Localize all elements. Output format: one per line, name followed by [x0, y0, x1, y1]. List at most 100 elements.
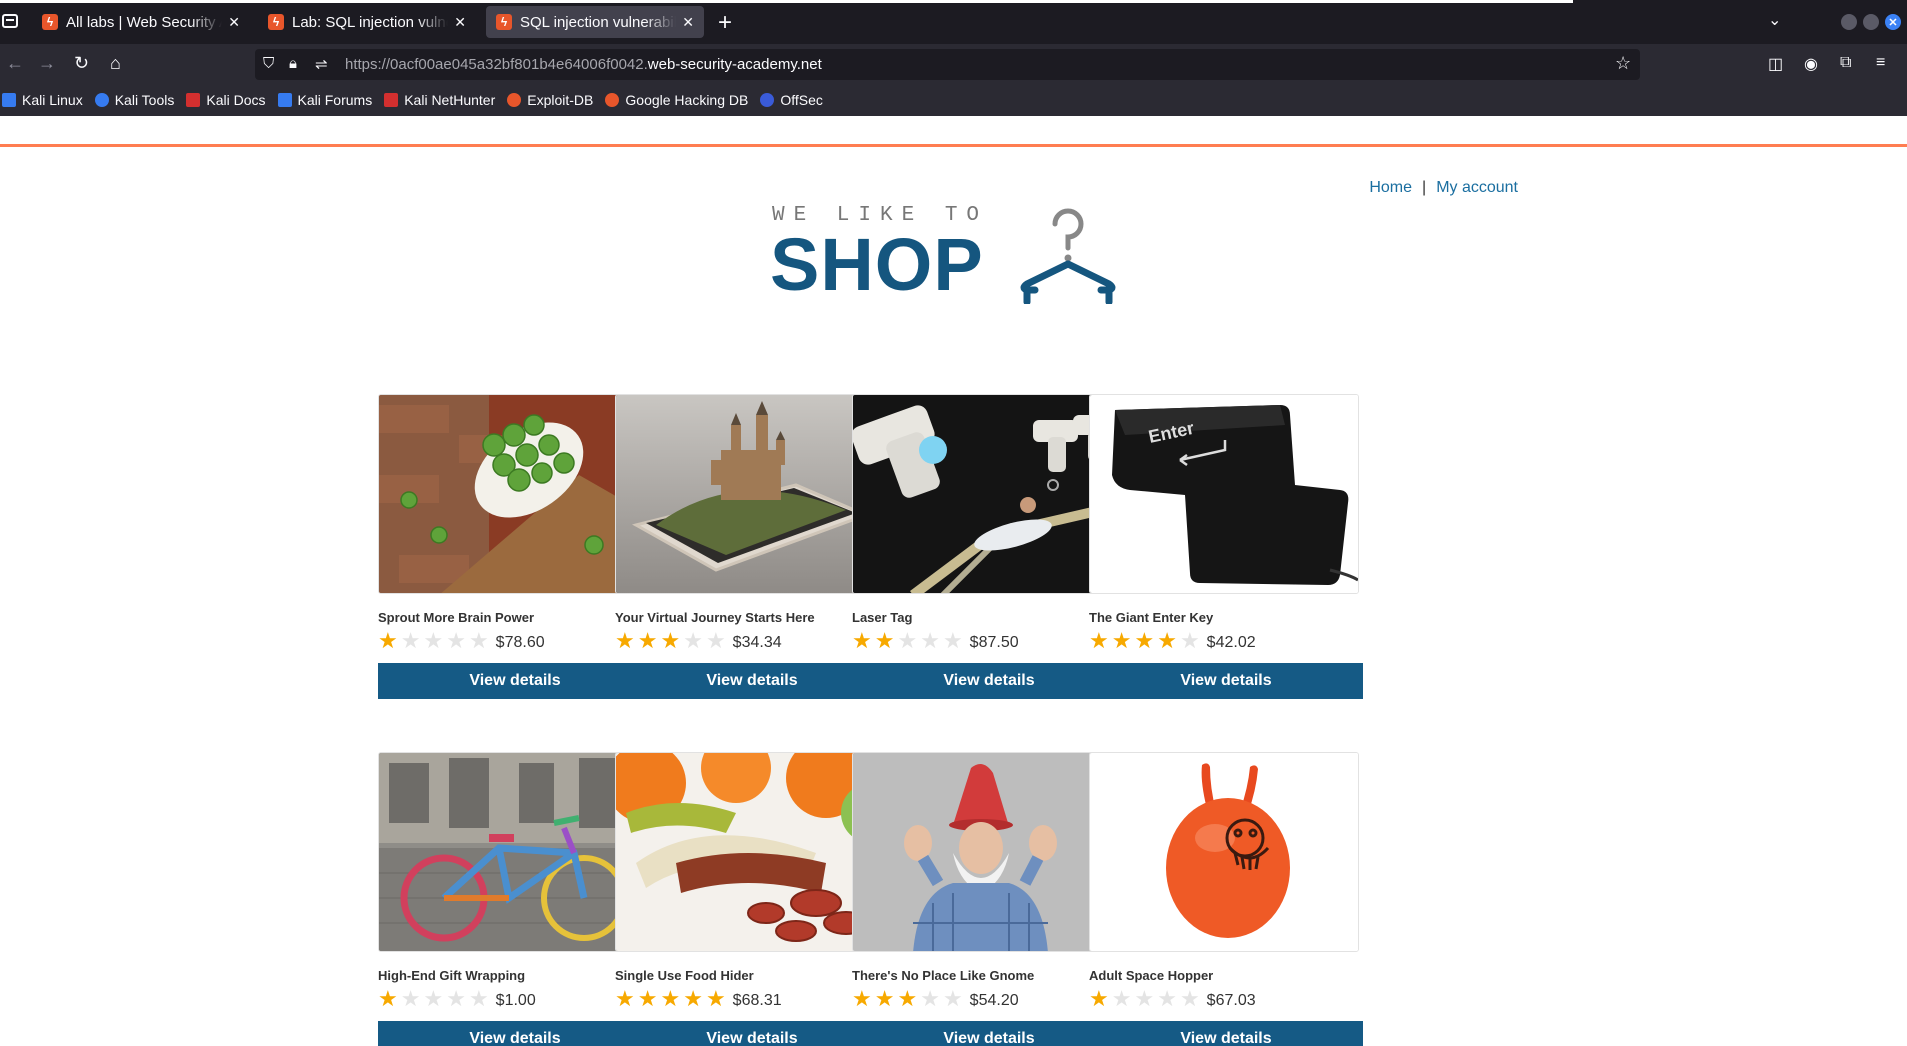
star-icon: ★ — [378, 986, 398, 1011]
nethunter-icon — [384, 93, 399, 107]
view-details-button[interactable]: View details — [852, 663, 1126, 699]
hanger-icon — [1020, 208, 1116, 304]
star-icon: ★ — [615, 628, 635, 653]
bookmarks-toolbar: Kali Linux Kali Tools Kali Docs Kali For… — [0, 84, 1907, 116]
star-icon: ★ — [897, 986, 918, 1011]
product-rating: ★ ★ ★ ★ ★ $67.03 — [1089, 987, 1363, 1011]
star-icon: ★ — [1134, 628, 1155, 653]
tab-bar: ϟ All labs | Web Security Academy ✕ ϟ La… — [0, 0, 1907, 44]
star-icon: ★ — [1157, 986, 1177, 1011]
star-icon: ★ — [423, 628, 444, 653]
close-tab-icon[interactable]: ✕ — [454, 14, 466, 31]
logo-wordmark: SHOP — [770, 223, 984, 306]
bookmark-label: Google Hacking DB — [625, 92, 749, 108]
permissions-icon[interactable]: ⇌ — [315, 55, 328, 73]
star-icon: ★ — [423, 986, 444, 1011]
extensions-icon[interactable]: ⧉ — [1840, 54, 1851, 72]
bookmark-kali-tools[interactable]: Kali Tools — [94, 92, 174, 108]
star-icon: ★ — [942, 628, 963, 653]
site-nav: Home | My account — [1369, 179, 1518, 197]
tracking-shield-icon[interactable]: ⛉ — [263, 55, 274, 72]
product-card: Your Virtual Journey Starts Here ★ ★ ★ ★ ★ $3… — [615, 394, 889, 699]
star-icon: ★ — [874, 628, 895, 653]
product-title: Sprout More Brain Power — [378, 610, 535, 625]
product-rating: ★ ★ ★ ★ ★ $68.31 — [615, 987, 889, 1011]
view-details-button[interactable]: View details — [378, 663, 652, 699]
product-price: $1.00 — [495, 992, 536, 1009]
close-tab-icon[interactable]: ✕ — [682, 14, 694, 31]
kali-tools-icon — [94, 93, 109, 107]
reload-icon[interactable]: ↻ — [74, 53, 89, 73]
chevron-down-icon[interactable]: ⌄ — [1768, 10, 1781, 30]
product-title: High-End Gift Wrapping — [378, 968, 526, 983]
product-image-gnome-man[interactable] — [852, 752, 1122, 952]
tab-title: SQL injection vulnerability — [520, 13, 677, 31]
kali-forums-icon — [277, 93, 292, 107]
product-title: Adult Space Hopper — [1089, 968, 1214, 983]
product-image-banana-sausage[interactable] — [615, 752, 885, 952]
bookmark-star-icon[interactable]: ☆ — [1615, 53, 1631, 74]
product-card: Enter The Giant Enter Key ★ ★ ★ ★ ★ $42.02 Vi… — [1089, 394, 1363, 699]
view-details-button[interactable]: View details — [378, 1021, 652, 1046]
ghdb-icon — [605, 93, 620, 107]
product-image-knitted-bike[interactable] — [378, 752, 648, 952]
tab-all-labs[interactable]: ϟ All labs | Web Security Academy ✕ — [32, 6, 250, 38]
star-icon: ★ — [615, 986, 635, 1011]
account-icon[interactable]: ◉ — [1804, 54, 1818, 74]
new-tab-icon[interactable]: + — [718, 9, 732, 37]
view-details-button[interactable]: View details — [615, 663, 889, 699]
close-window-icon[interactable]: ✕ — [1885, 14, 1901, 30]
bookmark-offsec[interactable]: OffSec — [760, 92, 823, 108]
product-price: $68.31 — [732, 992, 782, 1009]
home-link[interactable]: Home — [1369, 179, 1412, 196]
product-image-brussels-sprouts[interactable] — [378, 394, 648, 594]
menu-icon[interactable]: ≡ — [1876, 54, 1885, 72]
bookmark-kali-docs[interactable]: Kali Docs — [186, 92, 266, 108]
star-icon: ★ — [1089, 986, 1109, 1011]
my-account-link[interactable]: My account — [1436, 179, 1518, 196]
product-card: Adult Space Hopper ★ ★ ★ ★ ★ $67.03 View deta… — [1089, 752, 1363, 1046]
bookmark-google-hacking-db[interactable]: Google Hacking DB — [605, 92, 748, 108]
bookmark-kali-forums[interactable]: Kali Forums — [277, 92, 372, 108]
view-details-button[interactable]: View details — [1089, 1021, 1363, 1046]
product-rating: ★ ★ ★ ★ ★ $87.50 — [852, 629, 1126, 653]
tab-sql-injection-active[interactable]: ϟ SQL injection vulnerability ✕ — [486, 6, 704, 38]
url-text[interactable]: https://0acf00ae045a32bf801b4e64006f0042… — [345, 56, 822, 73]
url-domain: web-security-academy.net — [647, 56, 822, 73]
bookmark-kali-linux[interactable]: Kali Linux — [2, 92, 83, 108]
pocket-icon[interactable]: ◫ — [1768, 54, 1783, 74]
portswigger-favicon-icon: ϟ — [268, 14, 284, 30]
portswigger-favicon-icon: ϟ — [496, 14, 512, 30]
tab-lab-sql-injection[interactable]: ϟ Lab: SQL injection vulnerability ✕ — [258, 6, 476, 38]
tab-manager-icon[interactable] — [2, 14, 18, 28]
star-icon: ★ — [446, 628, 466, 653]
star-icon: ★ — [852, 628, 872, 653]
back-arrow-icon[interactable]: ← — [6, 53, 24, 73]
lock-icon[interactable]: 🔒︎ — [289, 55, 297, 72]
kali-docs-icon — [186, 93, 201, 107]
view-details-button[interactable]: View details — [1089, 663, 1363, 699]
product-image-enter-key[interactable]: Enter — [1089, 394, 1359, 594]
close-tab-icon[interactable]: ✕ — [228, 14, 240, 31]
forward-arrow-icon[interactable]: → — [38, 53, 56, 73]
minimize-window-icon[interactable] — [1841, 14, 1857, 30]
bookmark-kali-nethunter[interactable]: Kali NetHunter — [384, 92, 495, 108]
product-card: Single Use Food Hider ★ ★ ★ ★ ★ $68.31 View d… — [615, 752, 889, 1046]
bookmark-exploit-db[interactable]: Exploit-DB — [507, 92, 593, 108]
product-image-space-hopper[interactable] — [1089, 752, 1359, 952]
url-bar[interactable]: ⛉ 🔒︎ ⇌ https://0acf00ae045a32bf801b4e640… — [255, 49, 1640, 80]
maximize-window-icon[interactable] — [1863, 14, 1879, 30]
product-card: There's No Place Like Gnome ★ ★ ★ ★ ★ $54.20 … — [852, 752, 1126, 1046]
star-icon: ★ — [705, 986, 726, 1011]
product-price: $67.03 — [1206, 992, 1256, 1009]
view-details-button[interactable]: View details — [615, 1021, 889, 1046]
product-price: $87.50 — [969, 634, 1019, 651]
product-image-laser-guns[interactable] — [852, 394, 1122, 594]
view-details-button[interactable]: View details — [852, 1021, 1126, 1046]
star-icon: ★ — [1179, 986, 1200, 1011]
star-icon: ★ — [1089, 628, 1109, 653]
home-icon[interactable]: ⌂ — [110, 53, 121, 73]
product-rating: ★ ★ ★ ★ ★ $1.00 — [378, 987, 652, 1011]
product-image-castle-phone[interactable] — [615, 394, 885, 594]
star-icon: ★ — [400, 628, 421, 653]
